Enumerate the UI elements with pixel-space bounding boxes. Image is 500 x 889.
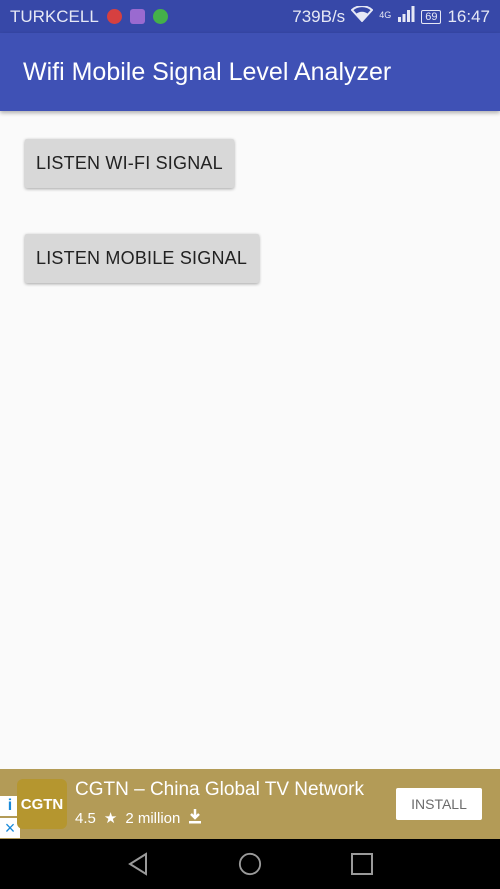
wifi-icon xyxy=(350,5,374,27)
carrier-name: TURKCELL xyxy=(10,6,99,26)
ad-banner[interactable]: i × CGTN CGTN – China Global TV Network … xyxy=(0,769,500,839)
listen-wifi-signal-button[interactable]: LISTEN WI-FI SIGNAL xyxy=(25,139,234,188)
download-icon xyxy=(188,808,202,828)
navigation-bar xyxy=(0,839,500,889)
notification-gallery-icon xyxy=(129,9,145,24)
network-type: 4G xyxy=(379,10,392,20)
recents-icon[interactable] xyxy=(350,852,374,876)
listen-mobile-signal-button[interactable]: LISTEN MOBILE SIGNAL xyxy=(25,234,259,283)
status-bar: TURKCELL 739B/s 4G 69 16:47 xyxy=(0,0,500,33)
app-bar: Wifi Mobile Signal Level Analyzer xyxy=(0,33,500,111)
battery-icon: 69 xyxy=(421,9,442,24)
cell-signal-icon xyxy=(397,6,415,27)
back-icon[interactable] xyxy=(126,852,150,876)
ad-install-button[interactable]: INSTALL xyxy=(396,788,482,820)
ad-app-logo[interactable]: CGTN xyxy=(17,779,67,829)
notification-whatsapp-icon xyxy=(152,9,168,24)
page-title: Wifi Mobile Signal Level Analyzer xyxy=(23,57,392,86)
status-left: TURKCELL xyxy=(10,7,168,27)
star-icon: ★ xyxy=(103,810,118,827)
home-icon[interactable] xyxy=(238,852,262,876)
network-speed: 739B/s xyxy=(292,6,346,26)
notification-umbrella-icon xyxy=(106,9,122,24)
ad-app-title[interactable]: CGTN – China Global TV Network xyxy=(75,779,364,801)
ad-app-meta: 4.5 ★ 2 million xyxy=(75,808,202,828)
ad-downloads: 2 million xyxy=(125,809,181,827)
status-right: 739B/s 4G 69 16:47 xyxy=(292,5,490,27)
clock: 16:47 xyxy=(447,6,490,26)
ad-rating: 4.5 xyxy=(75,809,96,827)
